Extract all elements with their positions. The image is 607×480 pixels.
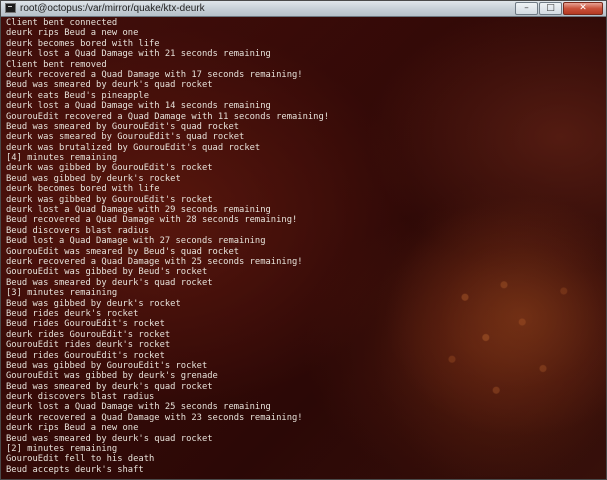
terminal-line: GourouEdit rides deurk's rocket	[6, 340, 171, 351]
terminal-line: Beud was smeared by deurk's quad rocket	[6, 381, 213, 392]
terminal-line: Client bent connected	[6, 18, 118, 28]
maximize-button[interactable]: □	[539, 2, 562, 15]
terminal-line: Beud was gibbed by deurk's rocket	[6, 173, 181, 184]
terminal-line: deurk rips Beud a new one	[6, 423, 139, 434]
close-button[interactable]: ✕	[563, 2, 603, 15]
terminal-line: GourouEdit was gibbed by deurk's grenade	[6, 371, 218, 382]
terminal-line: GourouEdit recovered a Quad Damage with …	[6, 111, 330, 122]
terminal-line: Beud rides GourouEdit's rocket	[6, 319, 165, 330]
terminal-line: Beud was smeared by deurk's quad rocket	[6, 80, 213, 91]
terminal-line: Beud was smeared by deurk's quad rocket	[6, 277, 213, 288]
terminal-line: Beud accepts deurk's shaft	[6, 464, 144, 475]
terminal-line: Beud rides deurk's rocket	[6, 308, 139, 319]
terminal-line: deurk discovers blast radius	[6, 392, 155, 403]
terminal-line: GourouEdit was smeared by Beud's quad ro…	[6, 246, 240, 257]
terminal-line: Beud was smeared by GourouEdit's quad ro…	[6, 121, 240, 132]
terminal-line: Beud lost a Quad Damage with 27 seconds …	[6, 236, 266, 247]
terminal-area[interactable]: Client bent connected deurk rips Beud a n…	[1, 17, 606, 479]
terminal-line: deurk becomes bored with life	[6, 38, 160, 49]
terminal-line: deurk was gibbed by GourouEdit's rocket	[6, 194, 213, 205]
terminal-line: Beud recovered a Quad Damage with 28 sec…	[6, 215, 298, 226]
terminal-line: [3] minutes remaining	[6, 288, 118, 299]
terminal-line: deurk recovered a Quad Damage with 23 se…	[6, 412, 303, 423]
terminal-output: Client bent connected deurk rips Beud a n…	[6, 18, 601, 475]
window-controls: – □ ✕	[515, 2, 603, 15]
terminal-window: root@octopus:/var/mirror/quake/ktx-deurk…	[0, 0, 607, 480]
terminal-line: deurk lost a Quad Damage with 14 seconds…	[6, 101, 271, 112]
window-title: root@octopus:/var/mirror/quake/ktx-deurk	[20, 3, 205, 14]
terminal-icon[interactable]	[5, 3, 16, 13]
terminal-line: [2] minutes remaining	[6, 444, 118, 455]
terminal-line: Beud was gibbed by GourouEdit's rocket	[6, 360, 208, 371]
terminal-line: deurk recovered a Quad Damage with 25 se…	[6, 256, 303, 267]
terminal-line: deurk was gibbed by GourouEdit's rocket	[6, 163, 213, 174]
terminal-line: GourouEdit fell to his death	[6, 454, 155, 465]
terminal-line: deurk eats Beud's pineapple	[6, 90, 149, 101]
terminal-line: Beud rides GourouEdit's rocket	[6, 350, 165, 361]
terminal-line: deurk was smeared by GourouEdit's quad r…	[6, 132, 245, 143]
terminal-line: deurk lost a Quad Damage with 21 seconds…	[6, 49, 271, 60]
terminal-line: Client bent removed	[6, 59, 107, 70]
terminal-line: GourouEdit was gibbed by Beud's rocket	[6, 267, 208, 278]
title-bar[interactable]: root@octopus:/var/mirror/quake/ktx-deurk…	[1, 1, 606, 17]
terminal-line: deurk was brutalized by GourouEdit's qua…	[6, 142, 261, 153]
terminal-line: deurk rides GourouEdit's rocket	[6, 329, 171, 340]
terminal-line: deurk becomes bored with life	[6, 184, 160, 195]
terminal-line: Beud discovers blast radius	[6, 225, 149, 236]
terminal-line: [4] minutes remaining	[6, 153, 118, 164]
terminal-line: Beud was gibbed by deurk's rocket	[6, 298, 181, 309]
terminal-line: deurk rips Beud a new one	[6, 28, 139, 39]
minimize-button[interactable]: –	[515, 2, 538, 15]
terminal-line: deurk recovered a Quad Damage with 17 se…	[6, 69, 303, 80]
terminal-line: deurk lost a Quad Damage with 29 seconds…	[6, 205, 271, 216]
terminal-line: Beud was smeared by deurk's quad rocket	[6, 433, 213, 444]
terminal-line: deurk lost a Quad Damage with 25 seconds…	[6, 402, 271, 413]
